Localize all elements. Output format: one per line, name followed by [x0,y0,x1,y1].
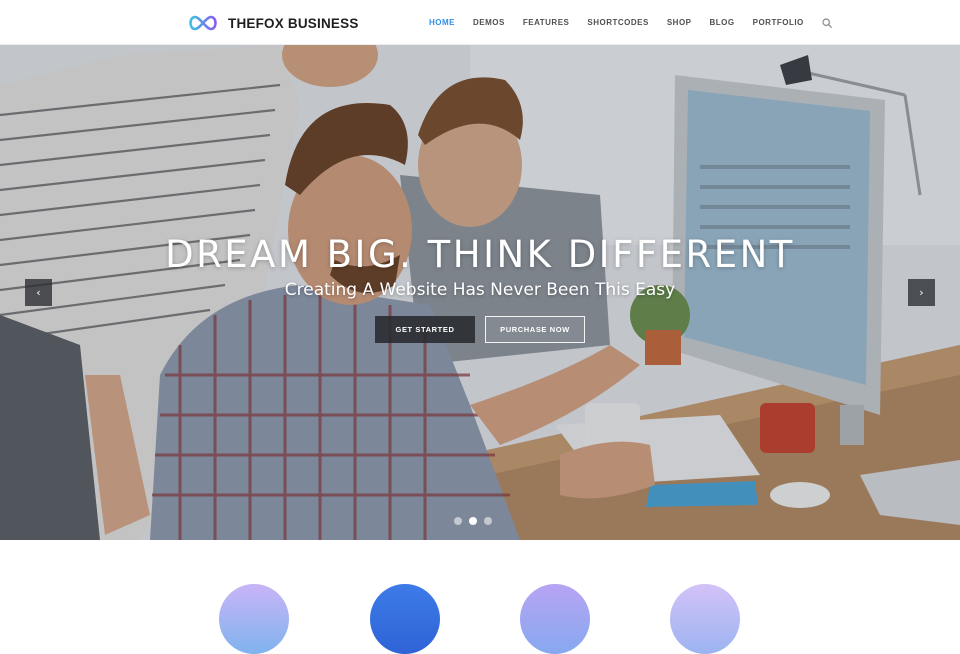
feature-icon-circle [219,584,289,654]
slider-pagination [454,517,492,525]
nav-item-blog[interactable]: BLOG [710,14,735,31]
feature-icon-circle [670,584,740,654]
infinity-icon [189,15,217,31]
nav-item-demos[interactable]: DEMOS [473,14,505,31]
nav-item-features[interactable]: FEATURES [523,14,570,31]
chevron-right-icon: › [919,286,924,299]
hero-subtitle: Creating A Website Has Never Been This E… [284,280,676,300]
chevron-left-icon: ‹ [36,286,41,299]
site-header: THEFOX BUSINESS HOME DEMOS FEATURES SHOR… [0,0,960,45]
search-icon [822,17,832,28]
purchase-now-button[interactable]: PURCHASE NOW [485,316,585,343]
slider-next-button[interactable]: › [908,279,935,306]
slider-dot-active[interactable] [469,517,477,525]
slider-prev-button[interactable]: ‹ [25,279,52,306]
hero-title: DREAM BIG. THINK DIFFERENT [165,233,795,276]
feature-icon-circle [520,584,590,654]
nav-item-shop[interactable]: SHOP [667,14,692,31]
features-section [0,540,960,654]
slider-dot[interactable] [484,517,492,525]
hero-slider: DREAM BIG. THINK DIFFERENT Creating A We… [0,45,960,540]
brand-logo[interactable]: THEFOX BUSINESS [186,12,359,34]
get-started-button[interactable]: GET STARTED [375,316,475,343]
nav-item-home[interactable]: HOME [429,14,455,31]
nav-item-portfolio[interactable]: PORTFOLIO [753,14,804,31]
feature-icon-circle [370,584,440,654]
nav-item-shortcodes[interactable]: SHORTCODES [587,14,648,31]
brand-name: THEFOX BUSINESS [228,15,359,31]
slider-dot[interactable] [454,517,462,525]
search-button[interactable] [822,17,832,28]
main-nav: HOME DEMOS FEATURES SHORTCODES SHOP BLOG… [420,0,832,45]
